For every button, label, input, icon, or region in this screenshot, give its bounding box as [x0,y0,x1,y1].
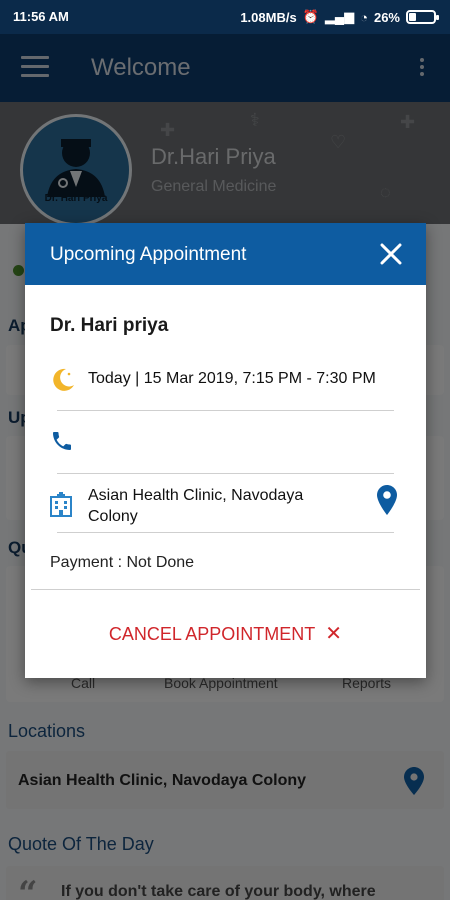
divider [57,410,394,411]
payment-status: Payment : Not Done [50,554,195,571]
close-icon[interactable] [378,241,404,267]
appointment-phone-row[interactable] [50,427,401,457]
appointment-datetime-row: Today | 15 Mar 2019, 7:15 PM - 7:30 PM [50,366,401,396]
clinic-address: Asian Health Clinic, Navodaya Colony [88,485,303,527]
appointment-clinic-row: Asian Health Clinic, Navodaya Colony [50,483,401,529]
cancel-appointment-button[interactable]: CANCEL APPOINTMENT ✕ [25,621,426,646]
status-bar: 11:56 AM 1.08MB/s ⏰ ▂▄▆ ◔ 26% [0,0,450,34]
network-speed: 1.08MB/s [240,9,297,25]
moon-icon [53,368,74,391]
dialog-title: Upcoming Appointment [50,244,247,265]
divider [57,532,394,533]
cancel-appointment-label: CANCEL APPOINTMENT [108,624,316,644]
status-time: 11:56 AM [13,9,69,24]
battery-icon [406,10,439,24]
appointment-doctor-name: Dr. Hari priya [50,315,169,336]
battery-percent: 26% [373,9,400,25]
phone-icon[interactable] [50,429,74,453]
map-pin-icon[interactable] [377,485,397,515]
signal-icon: ▂▄▆ [324,9,355,24]
clinic-address-line1: Asian Health Clinic, Navodaya [88,487,304,504]
alarm-icon: ⏰ [302,9,319,24]
dialog-header: Upcoming Appointment [25,223,426,285]
upcoming-appointment-dialog: Upcoming Appointment Dr. Hari priya Toda… [25,223,426,678]
wifi-icon: ◔ [360,9,368,25]
hospital-icon [50,492,72,517]
status-icons: 1.08MB/s ⏰ ▂▄▆ ◔ 26% [240,9,439,25]
divider [31,589,420,590]
divider [57,473,394,474]
close-icon: ✕ [325,623,343,645]
appointment-datetime: Today | 15 Mar 2019, 7:15 PM - 7:30 PM [88,370,376,387]
clinic-address-line2: Colony [88,508,138,525]
